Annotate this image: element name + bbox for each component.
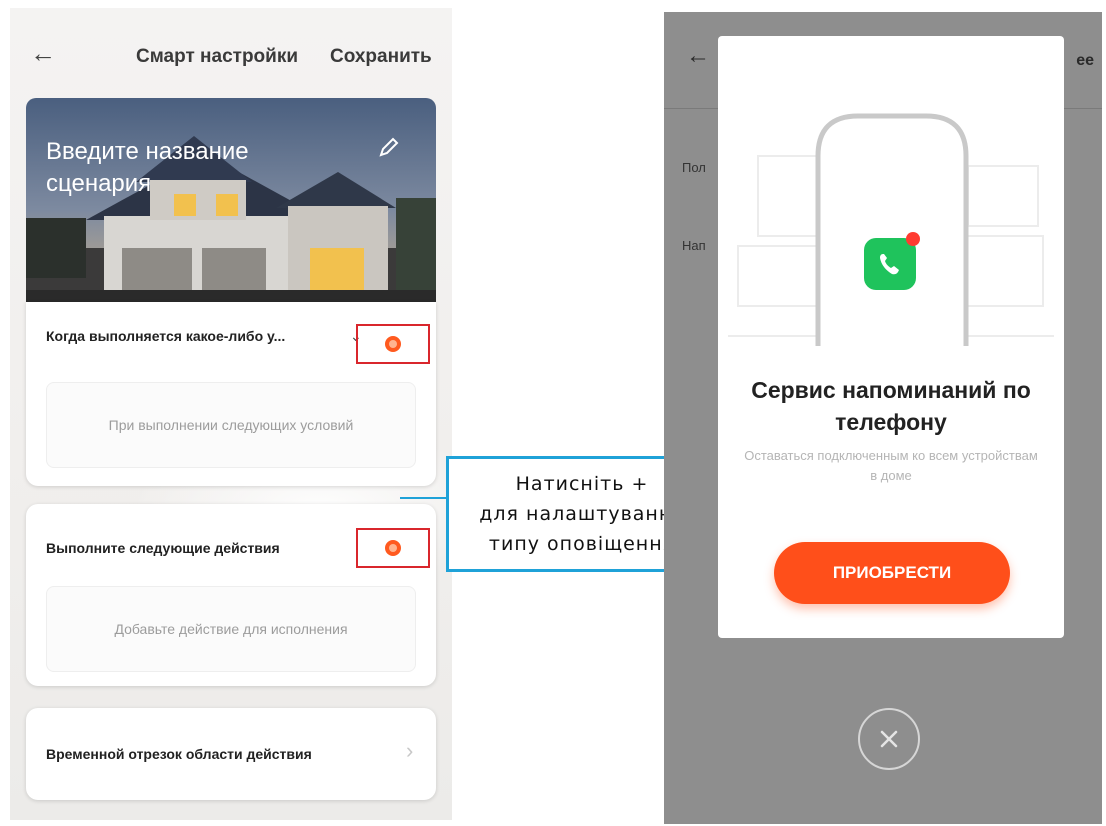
scene-name-placeholder[interactable]: Введите название сценария (46, 136, 286, 200)
background-text: Нап (682, 238, 706, 253)
condition-placeholder[interactable]: При выполнении следующих условий (46, 382, 416, 468)
pencil-icon[interactable] (378, 136, 400, 158)
time-range-card[interactable]: Временной отрезок области действия › (26, 708, 436, 800)
plus-icon (385, 540, 401, 556)
chevron-right-icon[interactable]: › (406, 738, 413, 764)
modal-title: Сервис напоминаний по телефону (751, 377, 1031, 435)
buy-button[interactable]: ПРИОБРЕСТИ (774, 542, 1010, 604)
phone-illustration (728, 113, 1054, 346)
plus-icon (385, 336, 401, 352)
page-title: Смарт настройки (136, 46, 299, 67)
action-label: Выполните следующие действия (46, 540, 280, 556)
time-range-label: Временной отрезок области действия (46, 746, 312, 762)
close-icon[interactable] (858, 708, 920, 770)
service-modal: Сервис напоминаний по телефону Оставатьс… (718, 36, 1064, 638)
save-button[interactable]: Сохранить (330, 46, 432, 68)
house-illustration (26, 98, 436, 302)
action-card: Выполните следующие действия Добавьте де… (26, 504, 436, 686)
scene-cover-image: Введите название сценария (26, 98, 436, 302)
back-arrow-icon[interactable]: ← (30, 40, 56, 66)
add-action-button[interactable] (356, 528, 430, 568)
more-label[interactable]: ее (1076, 52, 1094, 70)
notification-badge (906, 232, 920, 246)
callout-line-2: для налаштування (479, 503, 685, 525)
background-text: Пол (682, 160, 706, 175)
action-placeholder[interactable]: Добавьте действие для исполнения (46, 586, 416, 672)
phone-call-icon (864, 238, 916, 290)
condition-label[interactable]: Когда выполняется какое-либо у... (46, 328, 285, 344)
callout-line-1: Натисніть + (515, 473, 649, 495)
condition-card: Когда выполняется какое-либо у... ⌄ При … (26, 302, 436, 486)
callout-line-3: типу оповіщення (488, 533, 676, 555)
back-arrow-icon[interactable]: ← (686, 42, 710, 70)
add-condition-button[interactable] (356, 324, 430, 364)
smart-settings-screen: ← Смарт настройки Сохранить Введите назв… (10, 8, 452, 820)
callout-connector (400, 497, 448, 499)
modal-subtitle: Оставаться подключенным ко всем устройст… (744, 448, 1038, 483)
phone-service-screen: ← ее Пол Нап Сервис напоминаний по телеф… (664, 12, 1102, 824)
top-bar: ← Смарт настройки Сохранить (10, 8, 452, 100)
